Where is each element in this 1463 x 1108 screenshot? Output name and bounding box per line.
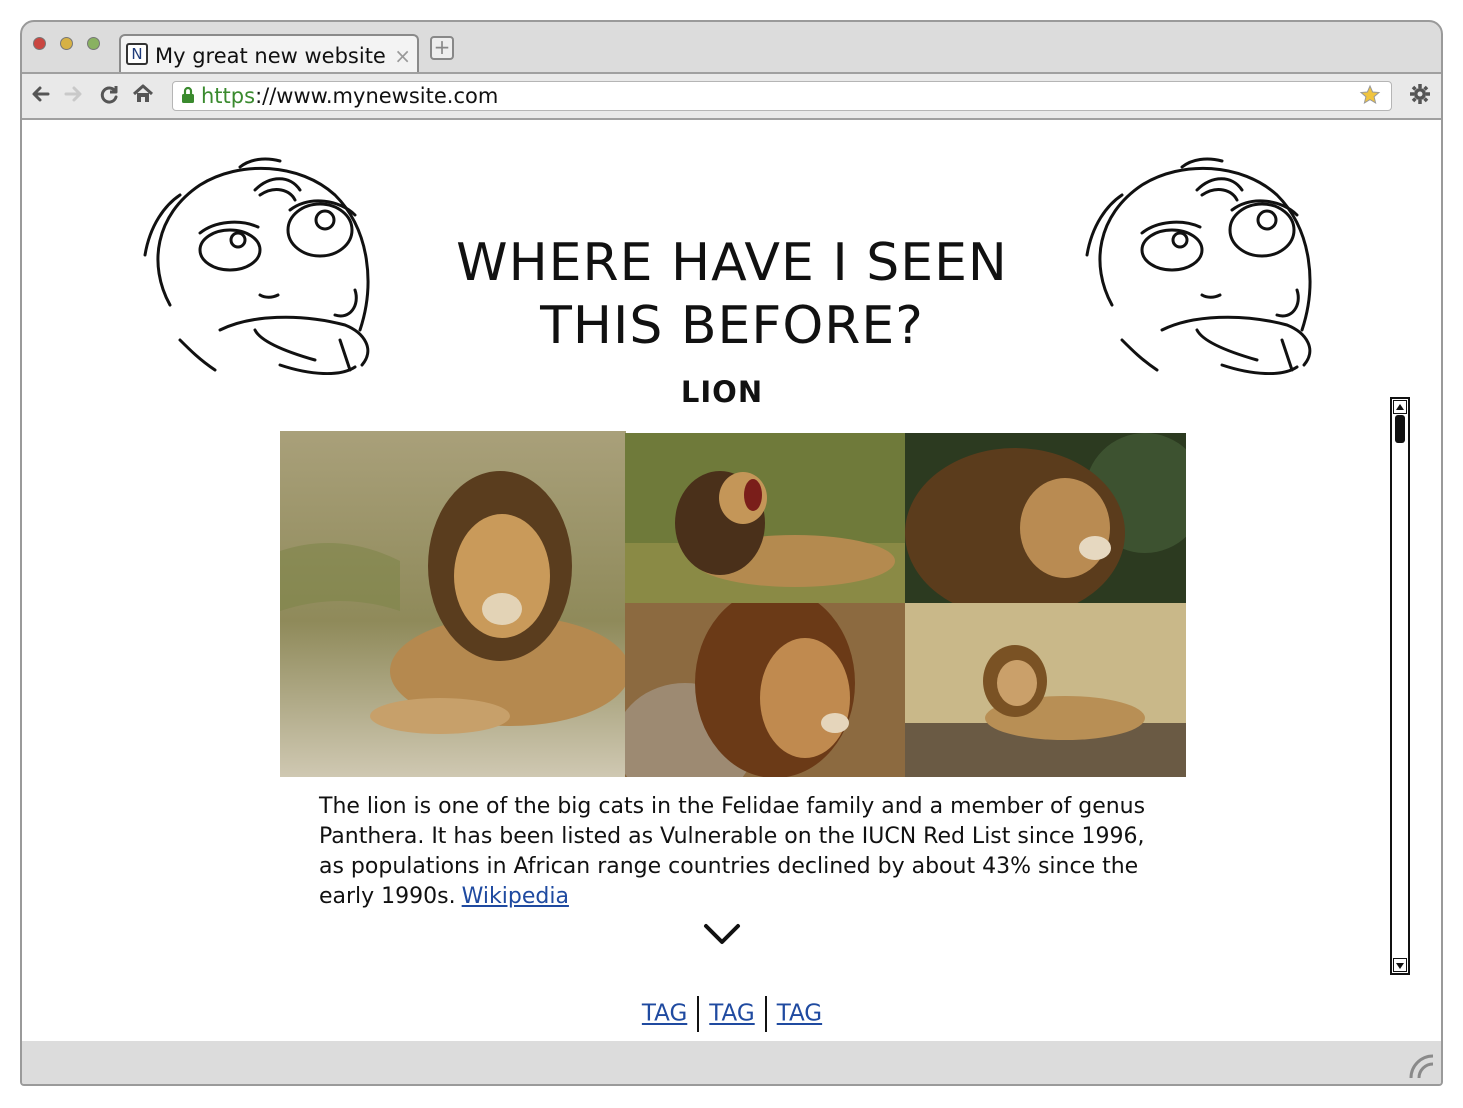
page-title: WHERE HAVE I SEEN THIS BEFORE? [402,232,1062,358]
lion-photo [905,603,1186,777]
scroll-up-button[interactable] [1393,400,1407,414]
url-text: https://www.mynewsite.com [201,84,498,108]
home-icon[interactable] [132,83,154,111]
arrow-up-icon [1396,404,1404,410]
lion-photo [905,433,1186,603]
page-title-line-2: THIS BEFORE? [540,296,924,356]
lion-photo [625,433,905,603]
tab-close-icon[interactable]: × [394,44,411,68]
reload-icon[interactable] [98,83,120,111]
minimize-window-button[interactable] [60,37,73,50]
tab-title: My great new website [155,44,386,68]
image-gallery [280,431,1186,777]
scrollbar[interactable] [1390,397,1410,975]
favicon-icon: N [126,43,148,65]
close-window-button[interactable] [33,37,46,50]
tag-link[interactable]: TAG [709,1001,754,1027]
chevron-down-icon[interactable] [702,920,742,948]
zoom-window-button[interactable] [87,37,100,50]
scroll-down-button[interactable] [1393,958,1407,972]
page-title-line-1: WHERE HAVE I SEEN [456,233,1008,293]
lion-photo [625,603,905,777]
scroll-thumb[interactable] [1395,415,1405,443]
tag-link[interactable]: TAG [777,1001,822,1027]
tag-divider [697,996,700,1032]
thinking-meme-face-icon [140,155,380,376]
url-scheme: https [201,84,256,108]
browser-window: N My great new website × + https://www.m… [20,20,1443,1086]
arrow-down-icon [1396,963,1404,969]
address-bar[interactable]: https://www.mynewsite.com [172,81,1392,111]
status-bar [22,1041,1441,1084]
tag-divider [764,996,767,1032]
wikipedia-link[interactable]: Wikipedia [462,884,569,909]
toolbar: https://www.mynewsite.com [22,72,1441,120]
tag-list: TAG TAG TAG [632,996,832,1032]
page-content: WHERE HAVE I SEEN THIS BEFORE? LION The … [22,120,1441,1045]
lock-icon [181,86,195,104]
forward-arrow-icon[interactable] [62,83,84,111]
browser-tab[interactable]: N My great new website × [119,34,419,72]
url-host: ://www.mynewsite.com [255,84,499,108]
description-text: The lion is one of the big cats in the F… [319,794,1146,909]
gear-icon[interactable] [1409,83,1431,111]
tag-link[interactable]: TAG [642,1001,687,1027]
back-arrow-icon[interactable] [30,83,52,111]
bookmark-star-icon[interactable] [1359,84,1381,111]
thinking-meme-face-icon [1082,155,1322,376]
new-tab-button[interactable]: + [430,36,454,60]
description: The lion is one of the big cats in the F… [319,792,1149,912]
tab-bar: N My great new website × + [22,22,1441,72]
resize-grip-icon[interactable] [1407,1052,1435,1080]
section-heading: LION [680,375,764,409]
lion-photo [280,431,626,777]
